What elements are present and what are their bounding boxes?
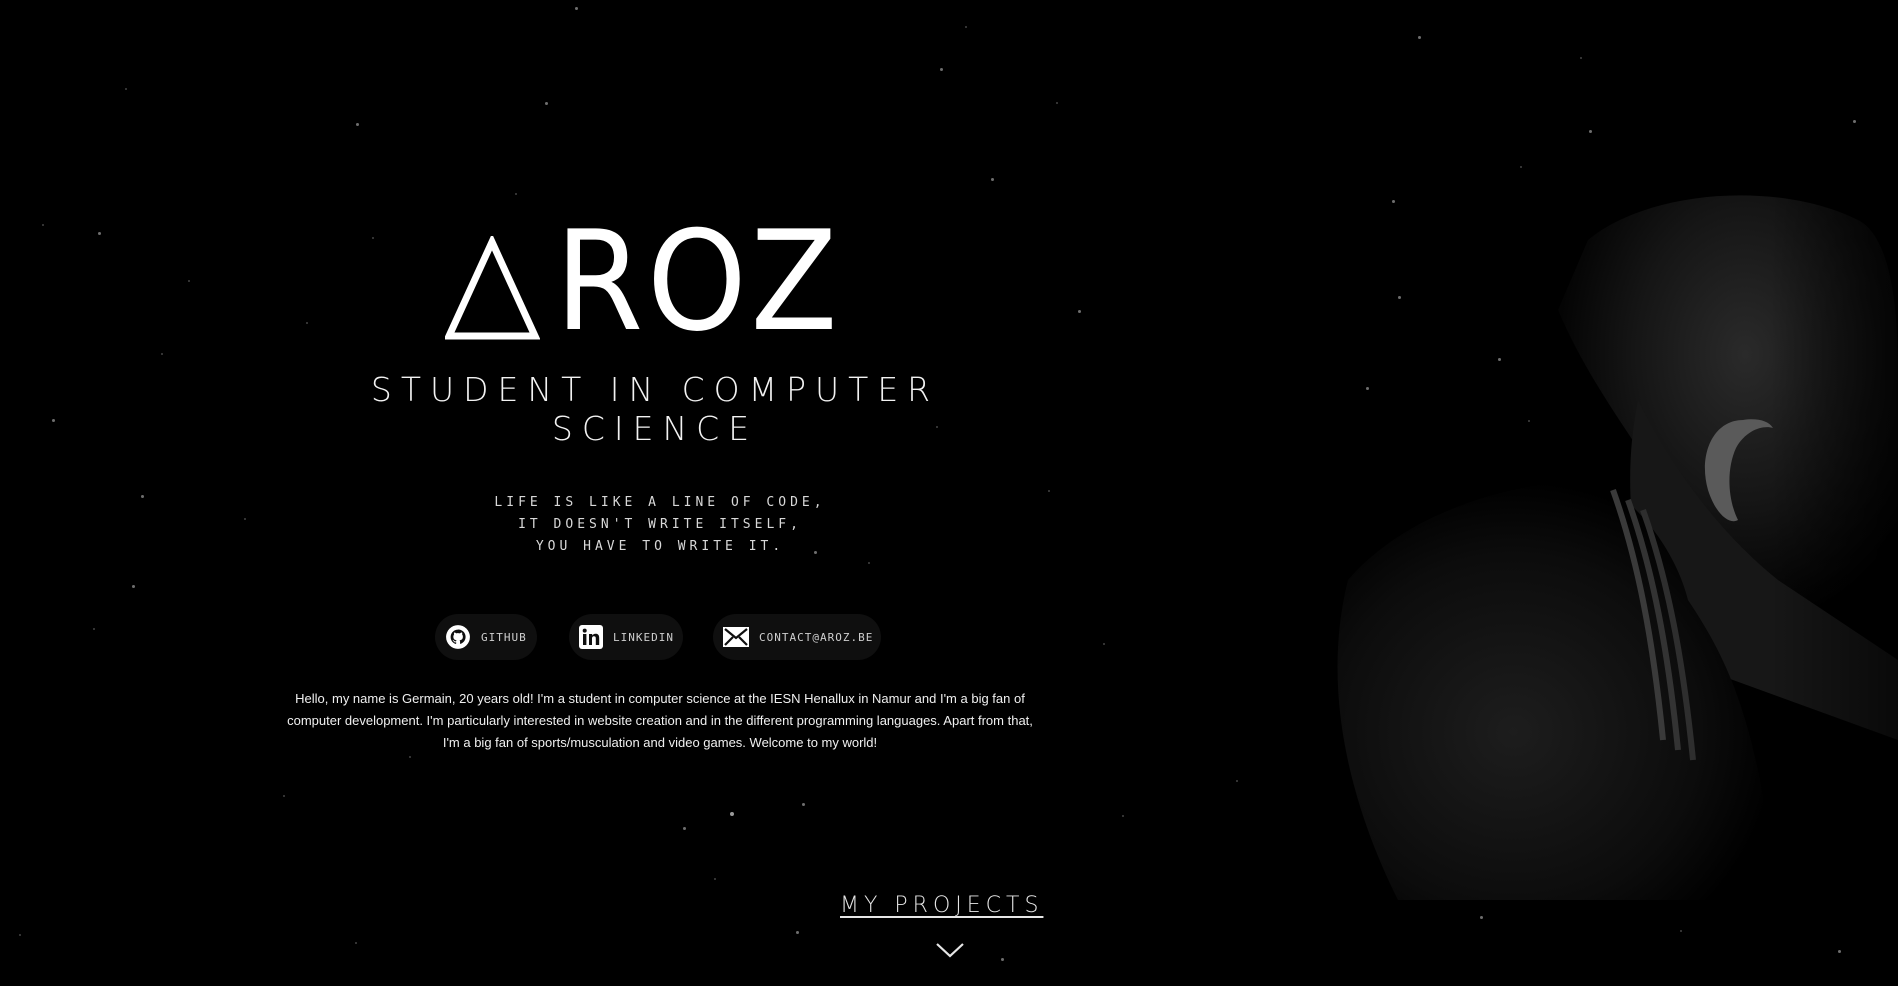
hero-quote: LIFE IS LIKE A LINE OF CODE, IT DOESN'T … — [440, 492, 880, 558]
subtitle-line-2: SCIENCE — [551, 409, 759, 448]
hero-subtitle: STUDENT IN COMPUTER SCIENCE — [330, 370, 980, 448]
quote-line-2: IT DOESN'T WRITE ITSELF, — [518, 517, 802, 532]
subtitle-line-1: STUDENT IN COMPUTER — [370, 370, 940, 409]
email-button[interactable]: CONTACT@AROZ.BE — [713, 614, 881, 660]
linkedin-button[interactable]: LINKEDIN — [569, 614, 683, 660]
portrait-image — [1258, 180, 1898, 900]
linkedin-icon — [579, 624, 603, 650]
page: ROZ STUDENT IN COMPUTER SCIENCE LIFE IS … — [0, 0, 1898, 986]
github-icon — [445, 624, 471, 650]
chevron-down-icon[interactable] — [935, 940, 965, 960]
about-text: Hello, my name is Germain, 20 years old!… — [287, 691, 1033, 750]
quote-line-3: YOU HAVE TO WRITE IT. — [535, 539, 785, 554]
email-label: CONTACT@AROZ.BE — [759, 630, 874, 644]
logo-triangle-icon — [445, 236, 540, 340]
my-projects-link[interactable]: MY PROJECTS — [840, 893, 1043, 918]
github-label: GITHUB — [481, 630, 527, 644]
logo-text: ROZ — [555, 201, 842, 362]
quote-line-1: LIFE IS LIKE A LINE OF CODE, — [494, 495, 826, 510]
mail-icon — [723, 624, 749, 650]
linkedin-label: LINKEDIN — [613, 630, 674, 644]
github-button[interactable]: GITHUB — [435, 614, 537, 660]
starfield — [0, 0, 1898, 986]
social-links: GITHUB LINKEDIN CONTACT@AROZ.BE — [0, 614, 1898, 660]
